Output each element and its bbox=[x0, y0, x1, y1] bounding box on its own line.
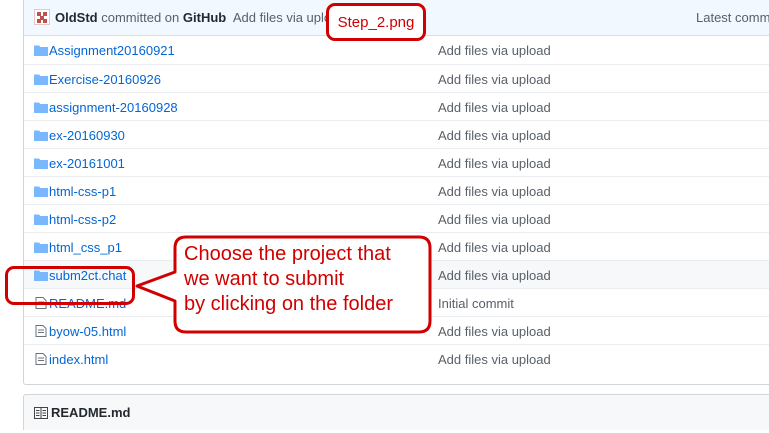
callout-line: we want to submit bbox=[184, 268, 345, 290]
callout-bubble bbox=[135, 235, 432, 334]
callout-line: Choose the project that bbox=[184, 243, 391, 265]
callout-text: Choose the project that we want to submi… bbox=[184, 242, 434, 317]
callout-line: by clicking on the folder bbox=[184, 293, 394, 315]
